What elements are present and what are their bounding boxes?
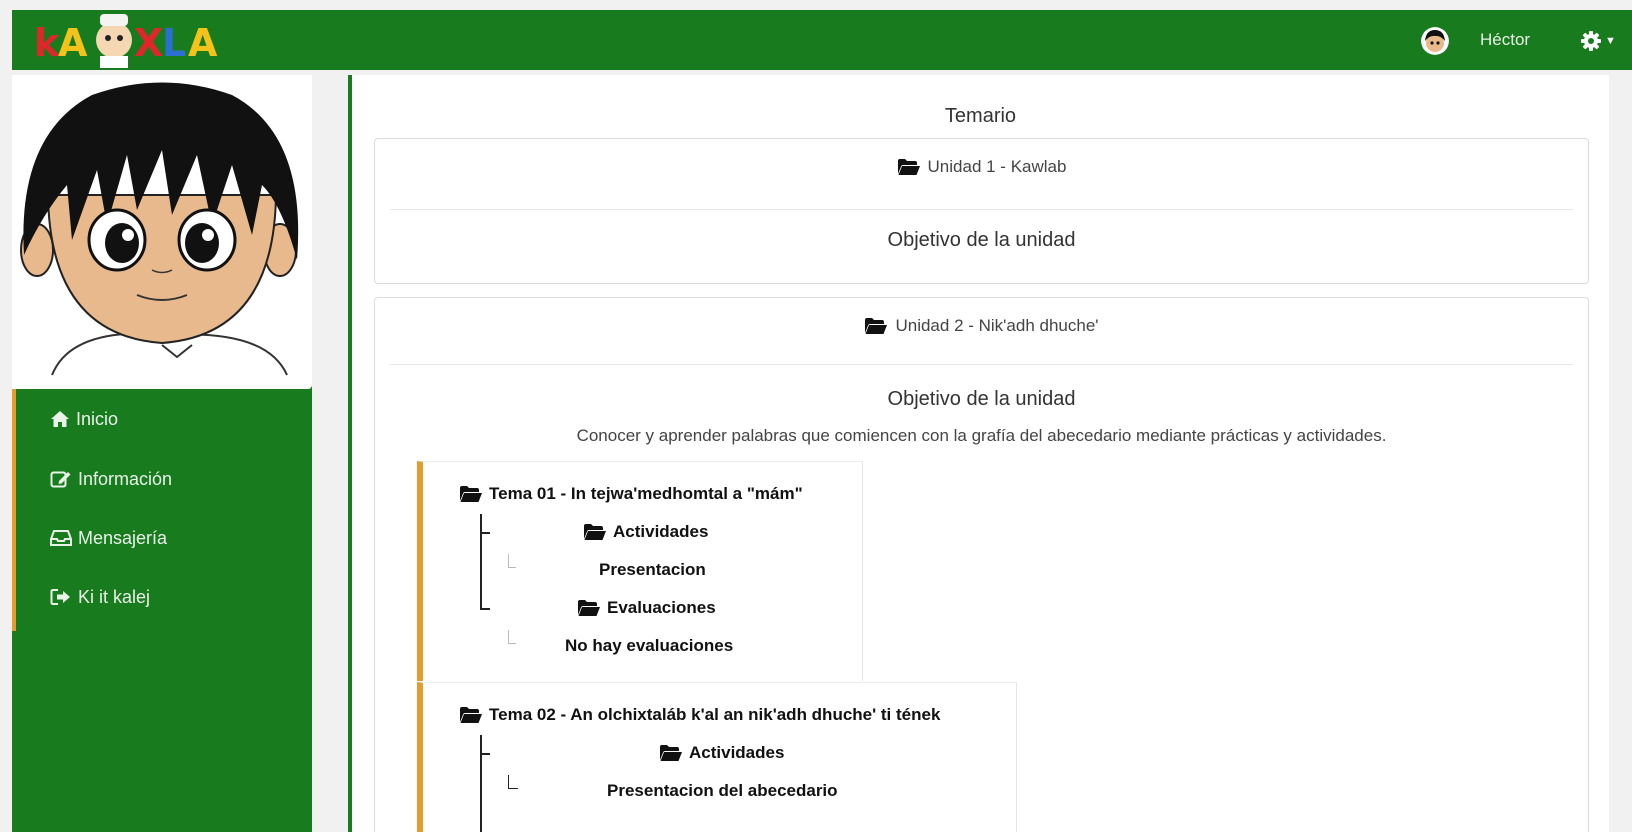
profile-avatar-card [12,75,312,389]
tree-line [508,788,518,789]
sidebar-item-label: Información [78,468,173,489]
activities-folder[interactable]: Actividades [583,522,708,542]
evaluations-folder[interactable]: Evaluaciones [577,598,716,618]
sidebar-item-label: Inicio [76,408,119,429]
svg-text:A: A [58,21,88,65]
folder-open-icon [864,317,888,335]
divider [390,364,1573,365]
page-title: Temario [944,105,1017,127]
tema-title[interactable]: Tema 01 - In tejwa'medhomtal a "mám" [459,484,803,504]
evaluation-empty-text: No hay evaluaciones [565,636,734,655]
unit-objective-label: Objetivo de la unidad [887,388,1076,410]
sidebar: Inicio Información Mensajería Ki it kale… [12,75,312,832]
unit-objective-text: Conocer y aprender palabras que comience… [576,426,1387,445]
gear-icon [1581,31,1601,51]
folder-open-icon [583,523,607,541]
main-content: Temario Unidad 1 - Kawlab Objetivo de la… [348,75,1609,832]
sidebar-item-ki-it-kalej[interactable]: Ki it kalej [50,584,150,610]
evaluations-label: Evaluaciones [607,598,716,617]
tree-line [480,514,482,610]
user-avatar[interactable] [1421,27,1449,55]
sidebar-item-informacion[interactable]: Información [50,466,172,492]
tema-card-2: Tema 02 - An olchixtaláb k'al an nik'adh… [417,682,1017,832]
sign-out-icon [50,589,70,605]
activities-folder[interactable]: Actividades [659,743,784,763]
sidebar-item-inicio[interactable]: Inicio [50,406,118,432]
activities-label: Actividades [689,743,785,762]
activity-link[interactable]: Presentacion del abecedario [607,781,838,801]
unit-objective-label: Objetivo de la unidad [887,229,1076,251]
chevron-down-icon: ▼ [1605,35,1616,47]
folder-open-icon [577,599,601,617]
tema-title[interactable]: Tema 02 - An olchixtaláb k'al an nik'adh… [459,705,940,725]
app-logo[interactable]: k A X L A [32,12,232,68]
sidebar-item-mensajeria[interactable]: Mensajería [50,525,167,551]
folder-open-icon [459,485,483,503]
edit-icon [50,471,71,488]
unit-panel-1: Unidad 1 - Kawlab Objetivo de la unidad [374,138,1589,284]
activity-link[interactable]: Presentacion [599,560,706,580]
divider [390,209,1573,210]
tema-card-1: Tema 01 - In tejwa'medhomtal a "mám" Act… [417,461,863,681]
tree-line [480,735,482,832]
tree-line [480,532,490,534]
unit-header[interactable]: Unidad 2 - Nik'adh dhuche' [375,316,1588,336]
avatar [20,82,299,376]
inbox-icon [50,530,72,546]
tree-line [508,775,509,789]
svg-text:k: k [34,21,60,65]
tema-title-text: Tema 02 - An olchixtaláb k'al an nik'adh… [489,705,941,724]
svg-text:A: A [188,21,218,65]
folder-open-icon [659,744,683,762]
unit-name: Unidad 1 - Kawlab [927,157,1067,176]
home-icon [51,411,69,427]
user-name-link[interactable]: Héctor [1480,30,1530,50]
tema-title-text: Tema 01 - In tejwa'medhomtal a "mám" [489,484,803,503]
tree-line [508,554,516,568]
sidebar-menu: Inicio Información Mensajería Ki it kale… [12,389,312,631]
top-navbar: k A X L A Héctor ▼ [12,10,1632,70]
folder-open-icon [897,158,921,176]
svg-text:X: X [134,21,163,65]
sidebar-item-label: Mensajería [78,527,168,548]
svg-text:L: L [162,21,186,65]
unit-name: Unidad 2 - Nik'adh dhuche' [895,316,1099,335]
tree-line [480,753,490,755]
unit-header[interactable]: Unidad 1 - Kawlab [375,157,1588,177]
activities-label: Actividades [613,522,709,541]
sidebar-item-label: Ki it kalej [78,586,151,607]
folder-open-icon [459,706,483,724]
unit-panel-2: Unidad 2 - Nik'adh dhuche' Objetivo de l… [374,297,1589,832]
tree-line [480,608,490,610]
settings-dropdown[interactable]: ▼ [1580,27,1626,55]
tree-line [508,630,516,644]
